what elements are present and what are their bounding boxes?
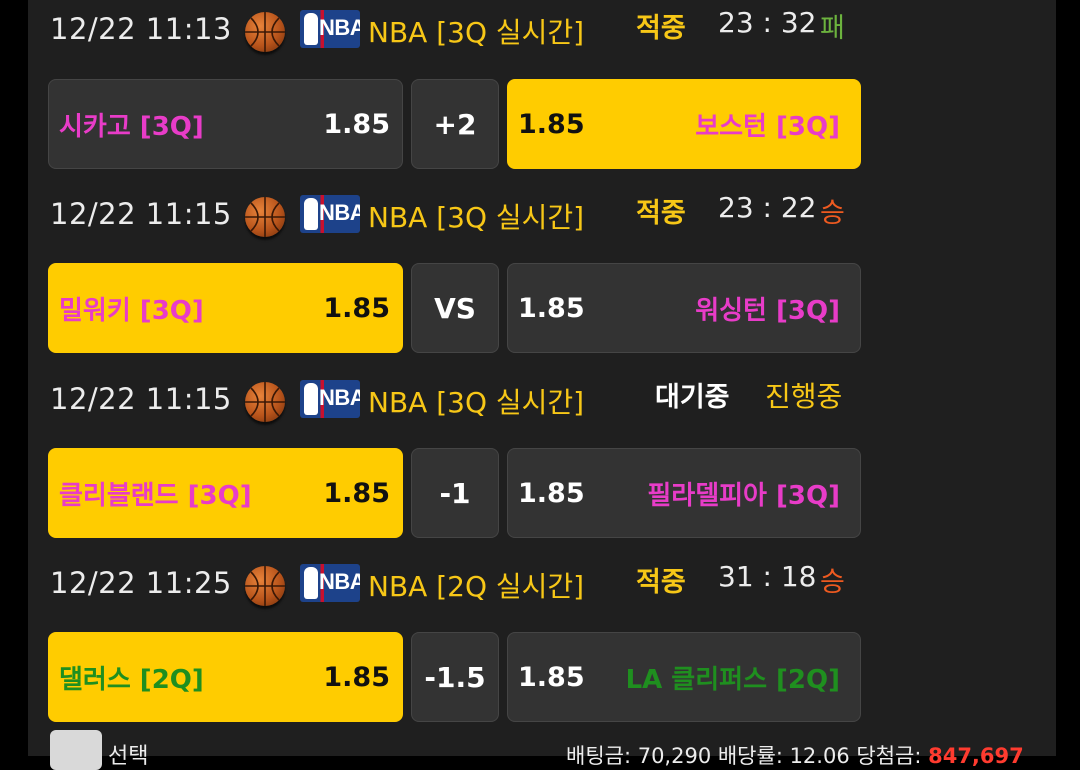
basketball-icon [245,197,285,237]
bet-summary-text: 배팅금: 70,290 배당률: 12.06 당첨금: [566,744,929,768]
home-team-name: 댈러스 [2Q] [59,664,204,695]
home-odds-button[interactable]: 댈러스 [2Q] 1.85 [48,632,403,722]
away-team-name: 워싱턴 [3Q] [695,295,840,326]
away-team-name: LA 클리퍼스 [2Q] [625,664,840,695]
home-team-name: 클리블랜드 [3Q] [59,480,252,511]
league-label: NBA [3Q 실시간] [368,16,585,49]
score: 31 : 18 [718,560,817,593]
away-odds-button[interactable]: 1.85 필라델피아 [3Q] [507,448,861,538]
bet-status: 적중 [636,567,686,598]
home-odds: 1.85 [323,108,390,140]
away-odds-button[interactable]: 1.85 보스턴 [3Q] [507,79,861,169]
nba-logo-icon: NBA [300,380,360,418]
away-odds-button[interactable]: 1.85 LA 클리퍼스 [2Q] [507,632,861,722]
result-badge: 패 [820,13,845,44]
home-odds-button[interactable]: 시카고 [3Q] 1.85 [48,79,403,169]
nba-logo-icon: NBA [300,10,360,48]
away-odds: 1.85 [518,108,585,140]
nba-logo-icon: NBA [300,195,360,233]
home-odds: 1.85 [323,292,390,324]
nba-logo-icon: NBA [300,564,360,602]
home-odds: 1.85 [323,661,390,693]
progress-status: 진행중 [765,380,843,413]
home-team-name: 시카고 [3Q] [59,111,204,142]
result-badge: 승 [820,198,845,229]
home-odds: 1.85 [323,477,390,509]
match-time: 12/22 11:15 [50,382,232,416]
basketball-icon [245,566,285,606]
score: 23 : 22 [718,191,817,224]
select-label: 선택 [108,744,149,769]
payout-amount: 847,697 [928,744,1024,768]
versus-button[interactable]: VS [411,263,499,353]
handicap-button[interactable]: -1 [411,448,499,538]
away-team-name: 필라델피아 [3Q] [647,480,840,511]
home-odds-button[interactable]: 밀워키 [3Q] 1.85 [48,263,403,353]
league-label: NBA [3Q 실시간] [368,201,585,234]
home-odds-button[interactable]: 클리블랜드 [3Q] 1.85 [48,448,403,538]
home-team-name: 밀워키 [3Q] [59,295,204,326]
league-label: NBA [2Q 실시간] [368,570,585,603]
match-time: 12/22 11:15 [50,197,232,231]
away-odds: 1.85 [518,292,585,324]
select-checkbox[interactable] [50,730,102,770]
away-odds-button[interactable]: 1.85 워싱턴 [3Q] [507,263,861,353]
bet-status: 적중 [636,13,686,44]
handicap-button[interactable]: -1.5 [411,632,499,722]
result-badge: 승 [820,567,845,598]
league-label: NBA [3Q 실시간] [368,386,585,419]
away-odds: 1.85 [518,477,585,509]
match-time: 12/22 11:13 [50,12,232,46]
match-time: 12/22 11:25 [50,566,232,600]
away-team-name: 보스턴 [3Q] [695,111,840,142]
handicap-button[interactable]: +2 [411,79,499,169]
bet-status: 적중 [636,198,686,229]
bet-status: 대기중 [655,382,730,413]
basketball-icon [245,382,285,422]
away-odds: 1.85 [518,661,585,693]
bet-summary: 배팅금: 70,290 배당률: 12.06 당첨금: 847,697 [566,740,1024,770]
basketball-icon [245,12,285,52]
score: 23 : 32 [718,6,817,39]
